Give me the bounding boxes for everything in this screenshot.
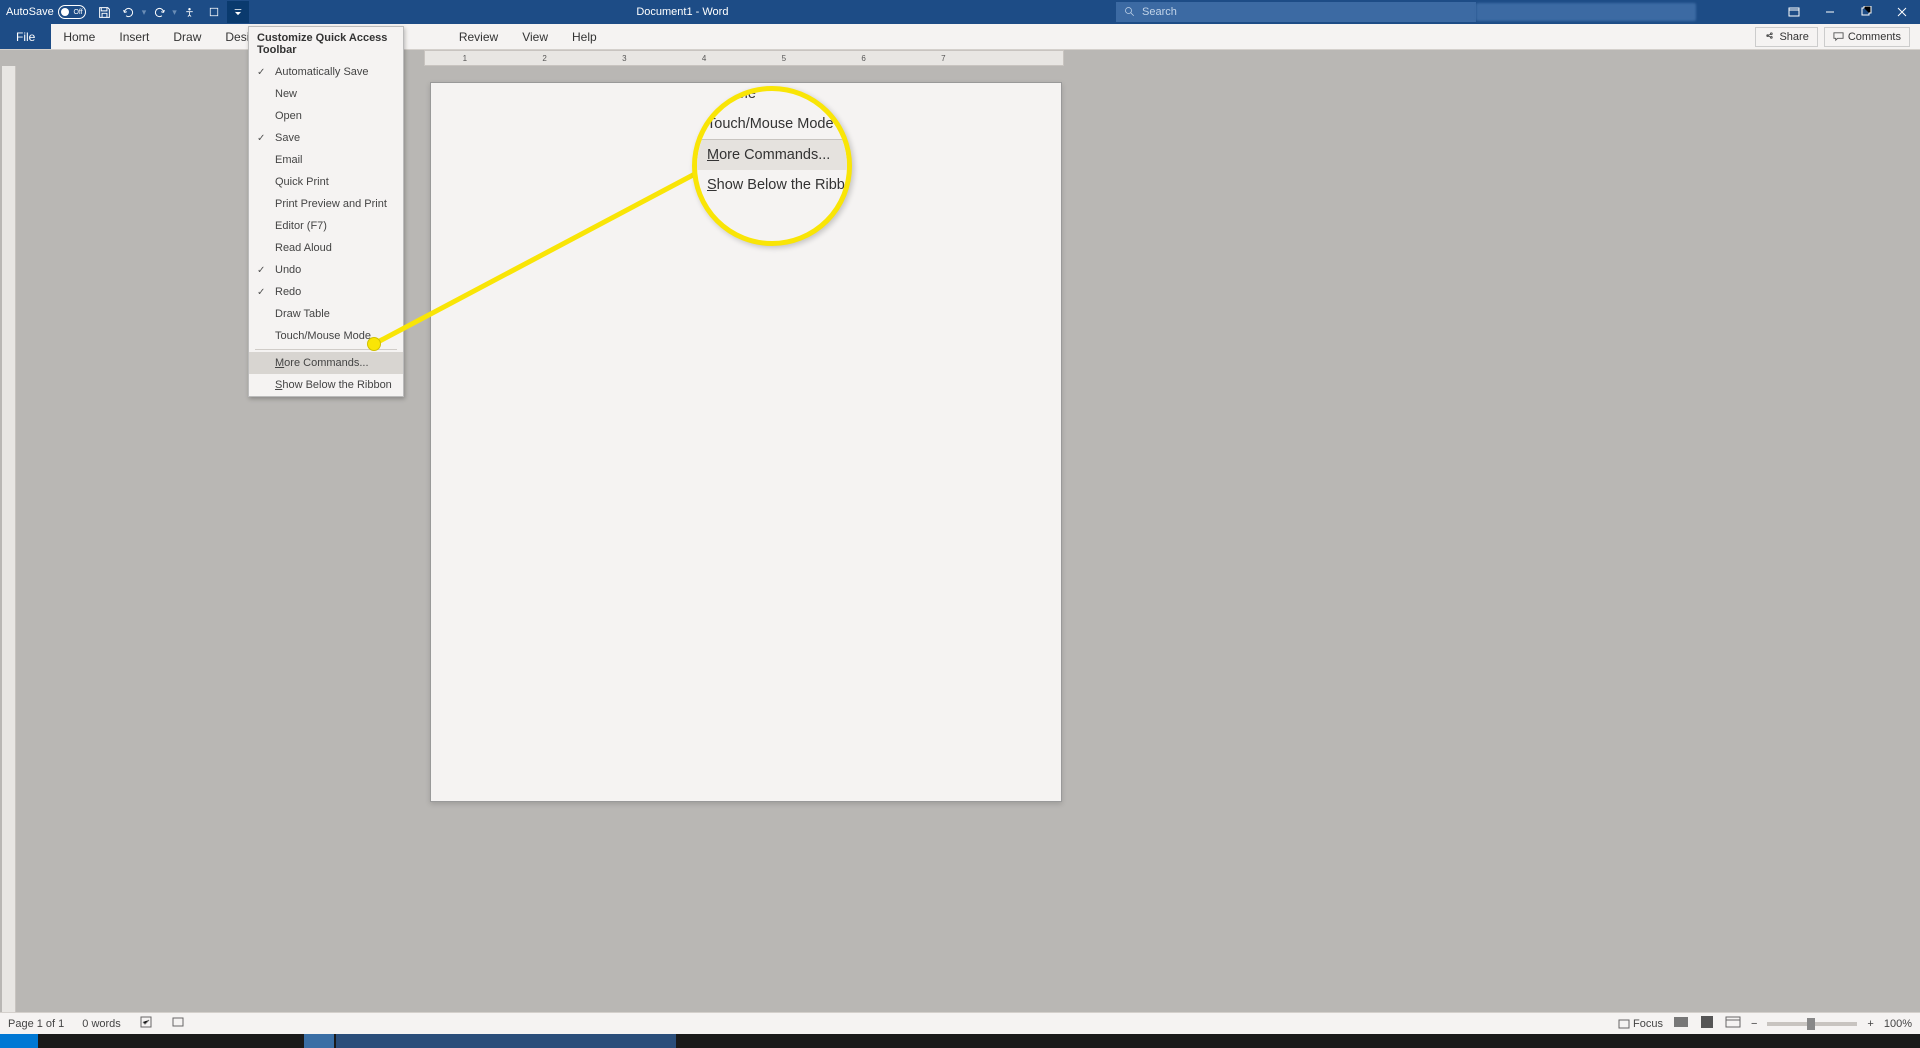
vertical-ruler[interactable] <box>2 66 16 1026</box>
menu-item-quick-print[interactable]: Quick Print <box>249 171 403 193</box>
zoom-row-show-below: Show Below the Ribb <box>692 170 852 200</box>
menu-item-more-commands[interactable]: More Commands... <box>249 352 403 374</box>
document-title: Document1 - Word <box>249 6 1116 18</box>
menu-item-email[interactable]: Email <box>249 149 403 171</box>
save-icon[interactable] <box>94 1 116 23</box>
start-button[interactable] <box>0 1034 38 1048</box>
menu-header: Customize Quick Access Toolbar <box>249 27 403 61</box>
ribbon-display-icon[interactable] <box>1776 0 1812 24</box>
zoom-in-button[interactable]: + <box>1867 1018 1873 1030</box>
menu-item-new[interactable]: New <box>249 83 403 105</box>
tab-help[interactable]: Help <box>560 24 609 49</box>
focus-icon <box>1618 1018 1630 1030</box>
print-layout-icon[interactable] <box>1699 1015 1715 1032</box>
zoom-row-touch-mouse: Touch/Mouse Mode <box>692 109 852 139</box>
focus-mode-button[interactable]: Focus <box>1618 1018 1663 1030</box>
status-bar: Page 1 of 1 0 words Focus − + 100% <box>0 1012 1920 1034</box>
redo-icon[interactable] <box>148 1 170 23</box>
tab-insert[interactable]: Insert <box>107 24 161 49</box>
status-right: Focus − + 100% <box>1618 1015 1912 1032</box>
customize-qat-dropdown-icon[interactable] <box>227 1 249 23</box>
taskbar-app-active[interactable] <box>336 1034 676 1048</box>
annotation-dot <box>367 337 381 351</box>
account-area[interactable] <box>1476 3 1696 21</box>
menu-item-redo[interactable]: Redo <box>249 281 403 303</box>
tab-home[interactable]: Home <box>51 24 107 49</box>
autosave-switch[interactable]: Off <box>58 5 86 19</box>
menu-item-undo[interactable]: Undo <box>249 259 403 281</box>
tab-view[interactable]: View <box>510 24 560 49</box>
menu-item-save[interactable]: Save <box>249 127 403 149</box>
windows-taskbar[interactable] <box>0 1034 1920 1048</box>
search-icon <box>1124 6 1136 18</box>
zoom-content: w Table Touch/Mouse Mode More Commands..… <box>692 86 852 200</box>
title-bar: AutoSave Off ▾ ▾ Document1 - Word Search <box>0 0 1920 24</box>
qat-dropdown-icon[interactable]: ▾ <box>172 7 177 18</box>
close-icon[interactable] <box>1884 0 1920 24</box>
tab-draw[interactable]: Draw <box>161 24 213 49</box>
minimize-icon[interactable] <box>1812 0 1848 24</box>
menu-item-auto-save[interactable]: Automatically Save <box>249 61 403 83</box>
menu-item-print-preview[interactable]: Print Preview and Print <box>249 193 403 215</box>
maximize-icon[interactable] <box>1848 0 1884 24</box>
accessibility-icon[interactable] <box>179 1 201 23</box>
search-input[interactable]: Search <box>1116 2 1476 22</box>
qat-dropdown-icon[interactable]: ▾ <box>142 7 147 18</box>
zoom-level[interactable]: 100% <box>1884 1018 1912 1030</box>
horizontal-ruler[interactable]: 1234567 <box>424 50 1064 66</box>
autosave-toggle[interactable]: AutoSave Off <box>6 5 86 19</box>
read-mode-icon[interactable] <box>1673 1015 1689 1032</box>
zoom-row-more-commands: More Commands... <box>692 140 852 170</box>
format-icon[interactable] <box>203 1 225 23</box>
zoom-out-button[interactable]: − <box>1751 1018 1757 1030</box>
title-right <box>1476 0 1920 24</box>
share-button[interactable]: Share <box>1755 27 1817 47</box>
accessibility-status-icon[interactable] <box>171 1015 185 1032</box>
autosave-label: AutoSave <box>6 6 54 18</box>
annotation-zoom-circle: w Table Touch/Mouse Mode More Commands..… <box>692 86 852 246</box>
menu-item-editor[interactable]: Editor (F7) <box>249 215 403 237</box>
status-words[interactable]: 0 words <box>82 1018 121 1030</box>
zoom-slider[interactable] <box>1767 1022 1857 1026</box>
comment-icon <box>1833 31 1844 42</box>
taskbar-app[interactable] <box>304 1034 334 1048</box>
tab-file[interactable]: File <box>0 24 51 49</box>
comments-button[interactable]: Comments <box>1824 27 1910 47</box>
web-layout-icon[interactable] <box>1725 1015 1741 1032</box>
undo-icon[interactable] <box>118 1 140 23</box>
menu-item-draw-table[interactable]: Draw Table <box>249 303 403 325</box>
menu-item-show-below[interactable]: Show Below the Ribbon <box>249 374 403 396</box>
status-page[interactable]: Page 1 of 1 <box>8 1018 64 1030</box>
spell-check-icon[interactable] <box>139 1015 153 1032</box>
menu-item-read-aloud[interactable]: Read Aloud <box>249 237 403 259</box>
tab-review[interactable]: Review <box>447 24 510 49</box>
ribbon-right: Share Comments <box>1755 24 1920 49</box>
search-placeholder: Search <box>1142 6 1177 18</box>
menu-item-open[interactable]: Open <box>249 105 403 127</box>
share-icon <box>1764 31 1775 42</box>
quick-access-toolbar: AutoSave Off ▾ ▾ <box>0 0 249 24</box>
